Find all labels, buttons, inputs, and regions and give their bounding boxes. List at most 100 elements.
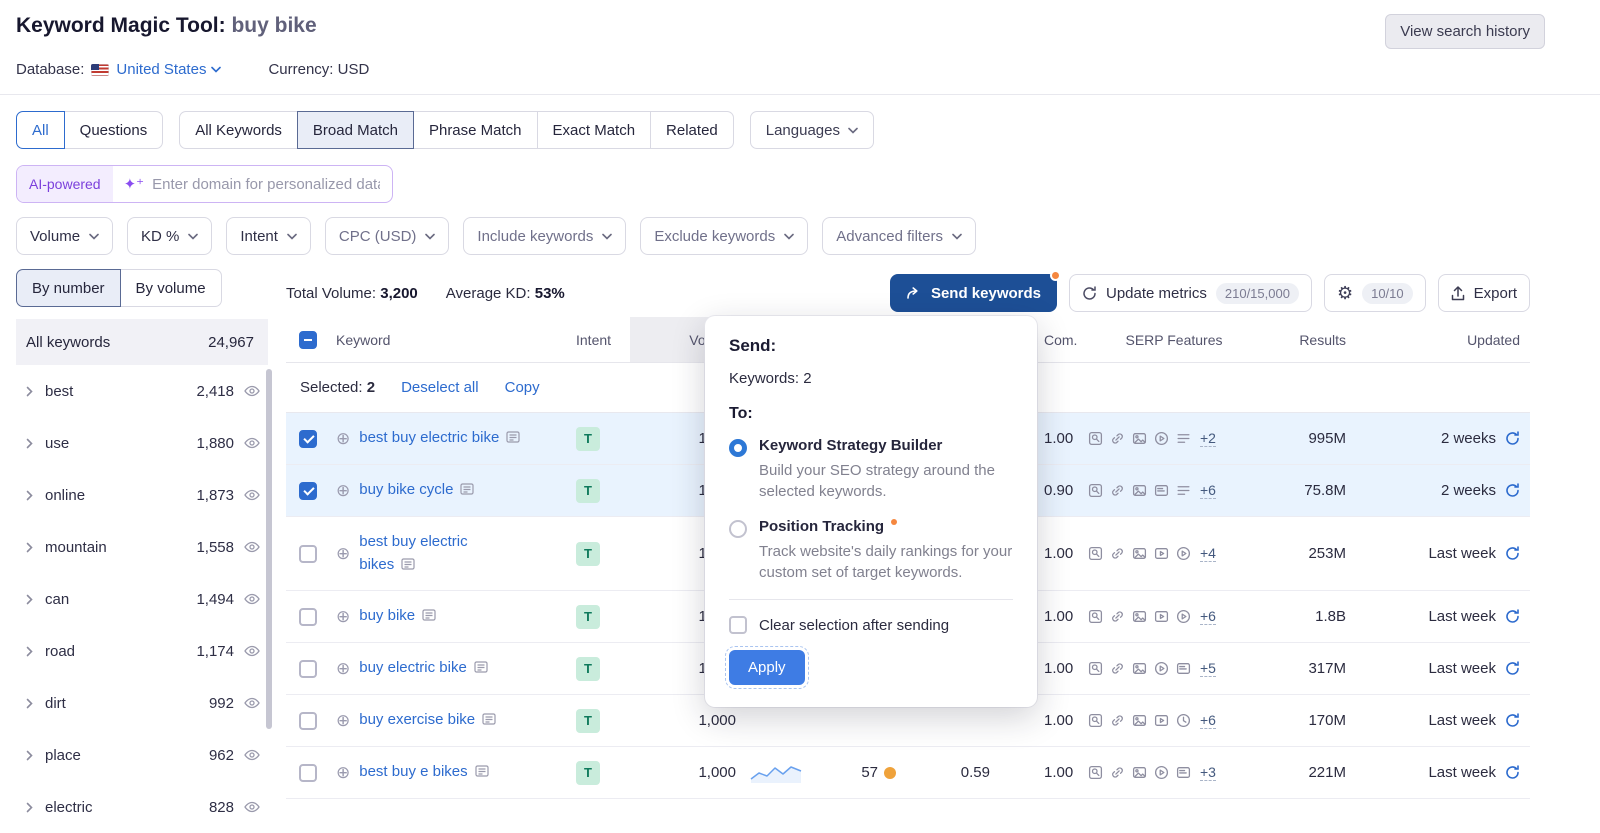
keyword-group-row[interactable]: use 1,880	[16, 417, 268, 469]
refresh-row-icon[interactable]	[1505, 431, 1520, 446]
eye-icon[interactable]	[244, 541, 260, 553]
keyword-link[interactable]: buy bike cycle	[359, 481, 453, 498]
send-option-0[interactable]: Keyword Strategy Builder Build your SEO …	[729, 437, 1013, 502]
header-intent[interactable]: Intent	[566, 317, 630, 362]
keyword-group-row[interactable]: road 1,174	[16, 625, 268, 677]
refresh-row-icon[interactable]	[1505, 609, 1520, 624]
row-checkbox[interactable]	[299, 608, 317, 626]
keyword-group-row[interactable]: online 1,873	[16, 469, 268, 521]
eye-icon[interactable]	[244, 437, 260, 449]
filter-kd[interactable]: KD %	[127, 217, 212, 255]
expand-chevron-icon[interactable]	[26, 542, 33, 553]
keyword-link[interactable]: best buy electric bike	[359, 429, 499, 446]
add-keyword-icon[interactable]: ⊕	[336, 660, 350, 677]
add-keyword-icon[interactable]: ⊕	[336, 608, 350, 625]
expand-chevron-icon[interactable]	[26, 490, 33, 501]
clear-selection-row[interactable]: Clear selection after sending	[729, 616, 1013, 634]
keyword-link[interactable]: buy exercise bike	[359, 711, 475, 728]
serp-preview-icon[interactable]	[475, 765, 489, 777]
filter-exclude-keywords[interactable]: Exclude keywords	[640, 217, 808, 255]
tab-exact-match[interactable]: Exact Match	[537, 111, 652, 149]
send-option-1[interactable]: Position Tracking Track website's daily …	[729, 518, 1013, 583]
sidebar-scrollbar[interactable]	[266, 369, 272, 729]
row-checkbox[interactable]	[299, 430, 317, 448]
eye-icon[interactable]	[244, 489, 260, 501]
tab-all-keywords[interactable]: All Keywords	[179, 111, 298, 149]
copy-link[interactable]: Copy	[505, 379, 540, 396]
clear-selection-checkbox[interactable]	[729, 616, 747, 634]
refresh-row-icon[interactable]	[1505, 765, 1520, 780]
eye-icon[interactable]	[244, 385, 260, 397]
filter-advanced[interactable]: Advanced filters	[822, 217, 976, 255]
serp-features-more-link[interactable]: +5	[1200, 660, 1216, 677]
select-all-checkbox[interactable]	[299, 331, 317, 349]
serp-preview-icon[interactable]	[422, 609, 436, 621]
expand-chevron-icon[interactable]	[26, 386, 33, 397]
table-row[interactable]: ⊕ best buy e bikes T 1,000 57 0.59 1.00 …	[286, 747, 1530, 799]
expand-chevron-icon[interactable]	[26, 698, 33, 709]
update-metrics-button[interactable]: Update metrics 210/15,000	[1069, 274, 1312, 312]
serp-preview-icon[interactable]	[460, 483, 474, 495]
sort-by-volume-button[interactable]: By volume	[120, 269, 222, 307]
filter-volume[interactable]: Volume	[16, 217, 113, 255]
refresh-row-icon[interactable]	[1505, 546, 1520, 561]
filter-cpc[interactable]: CPC (USD)	[325, 217, 450, 255]
filter-intent[interactable]: Intent	[226, 217, 311, 255]
serp-features-more-link[interactable]: +3	[1200, 764, 1216, 781]
header-results[interactable]: Results	[1264, 317, 1354, 362]
eye-icon[interactable]	[244, 749, 260, 761]
keyword-link[interactable]: buy electric bike	[359, 659, 467, 676]
eye-icon[interactable]	[244, 697, 260, 709]
tab-all[interactable]: All	[16, 111, 65, 149]
keyword-group-row[interactable]: electric 828	[16, 781, 268, 833]
refresh-row-icon[interactable]	[1505, 713, 1520, 728]
export-button[interactable]: Export	[1438, 274, 1530, 312]
row-checkbox[interactable]	[299, 545, 317, 563]
eye-icon[interactable]	[244, 593, 260, 605]
radio-keyword-strategy-builder[interactable]	[729, 439, 747, 457]
keyword-link[interactable]: buy bike	[359, 607, 415, 624]
row-checkbox[interactable]	[299, 482, 317, 500]
header-keyword[interactable]: Keyword	[330, 317, 566, 362]
view-search-history-button[interactable]: View search history	[1385, 14, 1545, 49]
send-keywords-button[interactable]: Send keywords	[890, 274, 1057, 312]
apply-button[interactable]: Apply	[729, 650, 805, 685]
keyword-group-row[interactable]: mountain 1,558	[16, 521, 268, 573]
filter-include-keywords[interactable]: Include keywords	[463, 217, 626, 255]
serp-preview-icon[interactable]	[506, 431, 520, 443]
serp-preview-icon[interactable]	[482, 713, 496, 725]
radio-position-tracking[interactable]	[729, 520, 747, 538]
tab-broad-match[interactable]: Broad Match	[297, 111, 414, 149]
refresh-row-icon[interactable]	[1505, 661, 1520, 676]
settings-button[interactable]: ⚙ 10/10	[1324, 274, 1426, 312]
serp-features-more-link[interactable]: +6	[1200, 482, 1216, 499]
all-keywords-row[interactable]: All keywords 24,967	[16, 319, 268, 365]
domain-input[interactable]	[144, 176, 392, 193]
keyword-group-row[interactable]: can 1,494	[16, 573, 268, 625]
add-keyword-icon[interactable]: ⊕	[336, 482, 350, 499]
eye-icon[interactable]	[244, 801, 260, 813]
deselect-all-link[interactable]: Deselect all	[401, 379, 479, 396]
add-keyword-icon[interactable]: ⊕	[336, 712, 350, 729]
tab-phrase-match[interactable]: Phrase Match	[413, 111, 538, 149]
expand-chevron-icon[interactable]	[26, 750, 33, 761]
keyword-group-row[interactable]: place 962	[16, 729, 268, 781]
expand-chevron-icon[interactable]	[26, 802, 33, 813]
add-keyword-icon[interactable]: ⊕	[336, 545, 350, 562]
expand-chevron-icon[interactable]	[26, 646, 33, 657]
expand-chevron-icon[interactable]	[26, 438, 33, 449]
expand-chevron-icon[interactable]	[26, 594, 33, 605]
keyword-link[interactable]: best buy e bikes	[359, 763, 467, 780]
add-keyword-icon[interactable]: ⊕	[336, 430, 350, 447]
row-checkbox[interactable]	[299, 660, 317, 678]
serp-features-more-link[interactable]: +6	[1200, 712, 1216, 729]
row-checkbox[interactable]	[299, 764, 317, 782]
eye-icon[interactable]	[244, 645, 260, 657]
header-updated[interactable]: Updated	[1354, 317, 1530, 362]
header-serp-features[interactable]: SERP Features	[1084, 317, 1264, 362]
tab-related[interactable]: Related	[650, 111, 734, 149]
serp-features-more-link[interactable]: +6	[1200, 608, 1216, 625]
sort-by-number-button[interactable]: By number	[16, 269, 121, 307]
serp-preview-icon[interactable]	[474, 661, 488, 673]
keyword-group-row[interactable]: dirt 992	[16, 677, 268, 729]
